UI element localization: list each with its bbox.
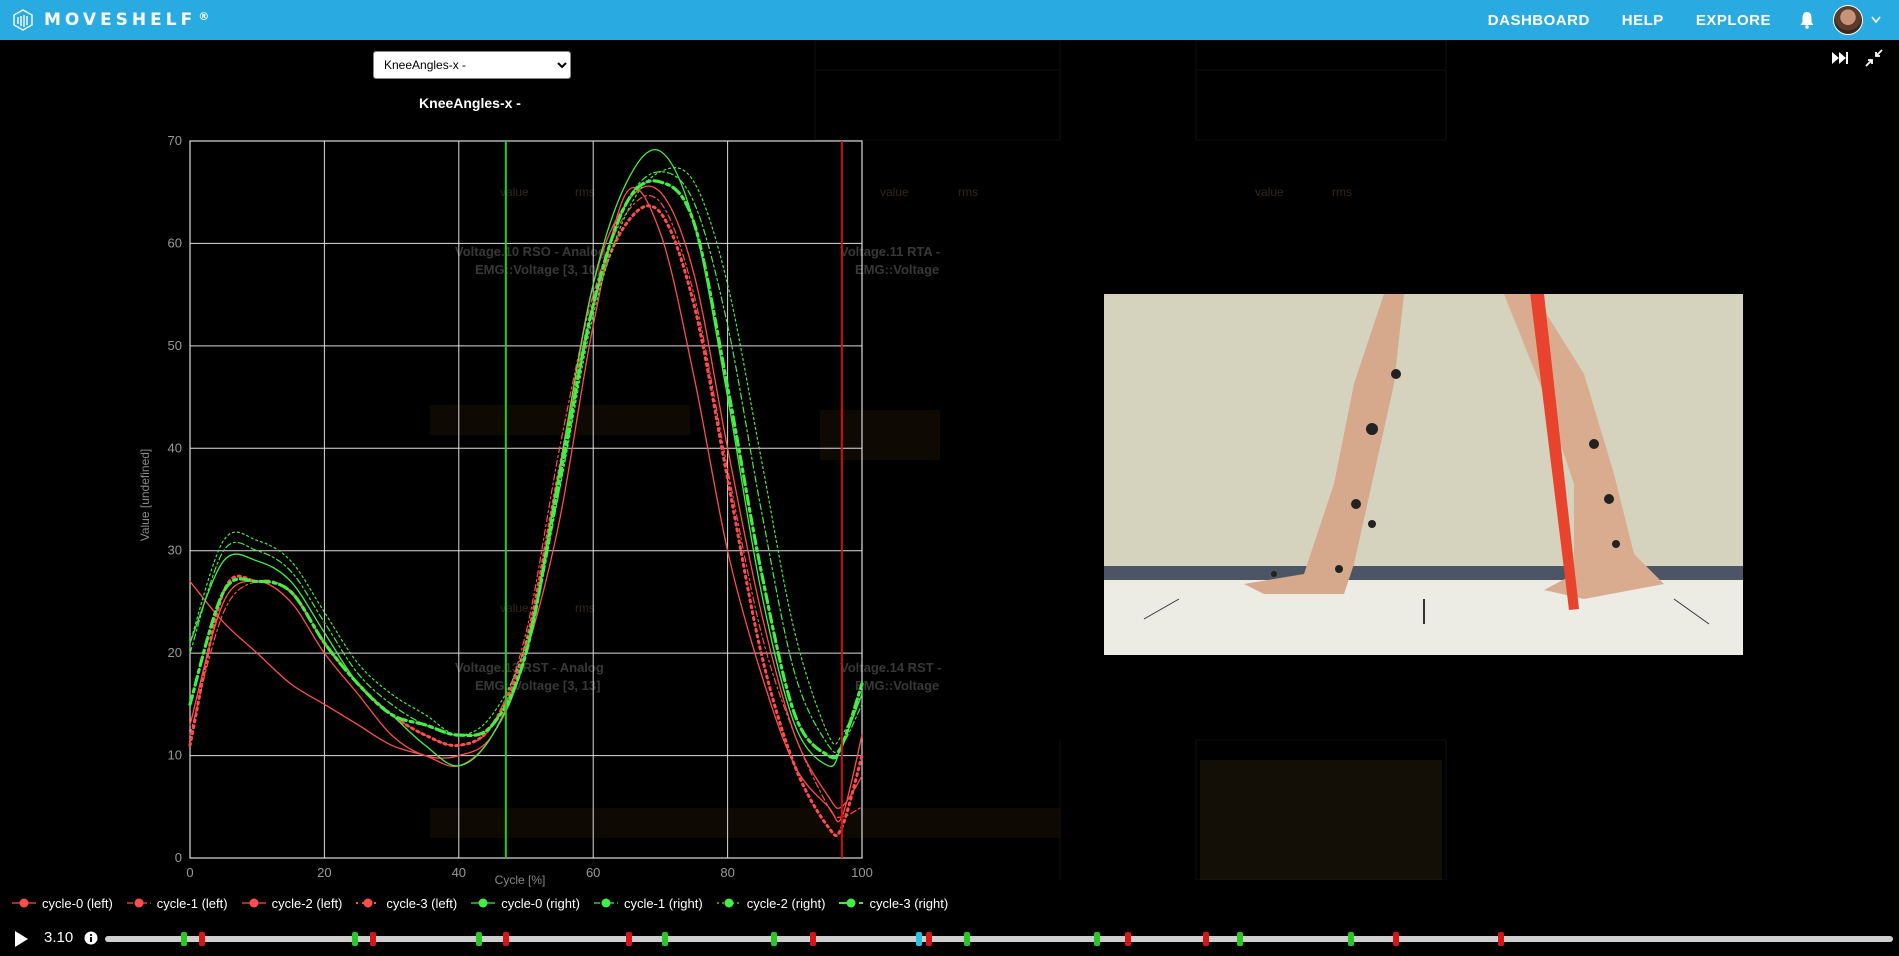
event-marker[interactable]	[1203, 932, 1210, 946]
play-icon[interactable]	[12, 930, 30, 948]
event-marker[interactable]	[1498, 932, 1505, 946]
legend-swatch-icon	[593, 898, 618, 908]
playback-bar: 3.10	[0, 926, 1899, 950]
legend-label: cycle-2 (right)	[746, 895, 826, 911]
event-marker[interactable]	[1392, 932, 1399, 946]
timeline-track[interactable]	[105, 932, 1893, 946]
event-marker[interactable]	[502, 932, 509, 946]
event-marker[interactable]	[180, 932, 187, 946]
legend-swatch-icon	[126, 898, 151, 908]
legend-item[interactable]: cycle-2 (right)	[716, 895, 826, 911]
legend-swatch-icon	[12, 898, 36, 908]
legend-item[interactable]: cycle-1 (right)	[593, 895, 703, 911]
user-avatar[interactable]	[1833, 5, 1863, 35]
bg-legend-rms-2: rms	[958, 185, 978, 199]
legend-swatch-icon	[839, 898, 864, 908]
event-marker[interactable]	[198, 932, 205, 946]
event-marker[interactable]	[963, 932, 970, 946]
legend-label: cycle-3 (left)	[386, 895, 458, 911]
legend-item[interactable]: cycle-1 (left)	[126, 895, 228, 911]
bell-icon[interactable]	[1799, 11, 1815, 29]
y-tick-label: 50	[168, 338, 182, 353]
chart-legend: cycle-0 (left) cycle-1 (left) cycle-2 (lef…	[12, 893, 962, 913]
event-marker[interactable]	[352, 932, 359, 946]
event-marker[interactable]	[1124, 932, 1131, 946]
legend-label: cycle-0 (right)	[501, 895, 580, 911]
event-marker[interactable]	[1237, 932, 1244, 946]
knee-angles-chart: 0 20 40 60 80 100 0 10 20 30 40 50 60 70 Cycle [%] Va…	[138, 133, 873, 887]
event-marker[interactable]	[1348, 932, 1355, 946]
event-marker[interactable]	[661, 932, 668, 946]
series-line-1	[189, 195, 863, 818]
current-time: 3.10	[44, 929, 74, 946]
y-axis-label: Value [undefined]	[138, 449, 152, 542]
nav-dashboard[interactable]: DASHBOARD	[1488, 12, 1590, 29]
event-marker[interactable]	[810, 932, 817, 946]
event-marker[interactable]	[1094, 932, 1101, 946]
y-tick-label: 20	[168, 645, 182, 660]
legend-swatch-icon	[356, 898, 381, 908]
legend-label: cycle-1 (right)	[623, 895, 703, 911]
event-marker[interactable]	[370, 932, 377, 946]
legend-item[interactable]: cycle-3 (left)	[356, 896, 457, 911]
series-line-0	[189, 187, 863, 823]
x-tick-label: 80	[720, 865, 734, 880]
x-tick-label: 0	[186, 865, 193, 880]
event-marker[interactable]	[926, 932, 933, 946]
bg-legend-rms-3: rms	[1332, 185, 1352, 199]
nav-help[interactable]: HELP	[1622, 12, 1664, 29]
event-marker[interactable]	[625, 932, 632, 946]
event-marker[interactable]	[915, 932, 922, 946]
legend-item[interactable]: cycle-3 (right)	[839, 896, 948, 911]
x-tick-label: 40	[452, 865, 466, 880]
legend-label: cycle-1 (left)	[156, 895, 228, 911]
y-tick-label: 60	[168, 235, 182, 250]
x-tick-label: 100	[851, 865, 873, 880]
legend-item[interactable]: cycle-0 (left)	[12, 896, 113, 911]
plot-frame	[189, 140, 863, 859]
legend-label: cycle-0 (left)	[42, 895, 113, 911]
series-line-7	[188, 179, 864, 760]
legend-label: cycle-3 (right)	[869, 895, 949, 911]
legend-label: cycle-2 (left)	[271, 895, 343, 911]
x-axis-label: Cycle [%]	[495, 873, 546, 887]
legend-swatch-icon	[471, 898, 496, 908]
chevron-down-icon[interactable]	[1871, 16, 1881, 24]
series-line-3	[188, 204, 864, 838]
series-line-2	[189, 185, 863, 809]
legend-item[interactable]: cycle-2 (left)	[241, 895, 343, 911]
y-tick-label: 70	[168, 133, 182, 148]
y-tick-label: 40	[168, 440, 182, 455]
video-frame[interactable]	[1104, 294, 1743, 655]
y-tick-label: 10	[168, 748, 182, 763]
y-tick-label: 30	[168, 543, 182, 558]
x-tick-label: 20	[317, 865, 331, 880]
legend-swatch-icon	[716, 898, 741, 908]
info-icon[interactable]	[84, 931, 98, 945]
y-tick-label: 0	[175, 850, 182, 865]
event-marker[interactable]	[770, 932, 777, 946]
series-line-5	[189, 171, 863, 753]
main-nav: DASHBOARD HELP EXPLORE	[1456, 0, 1899, 40]
legend-item[interactable]: cycle-0 (right)	[471, 896, 580, 911]
event-marker[interactable]	[475, 932, 482, 946]
bg-legend-value-3: value	[1255, 185, 1284, 199]
x-tick-label: 60	[586, 865, 600, 880]
collapse-icon[interactable]	[1864, 48, 1884, 68]
legend-swatch-icon	[241, 898, 266, 908]
nav-explore[interactable]: EXPLORE	[1696, 12, 1771, 29]
skip-forward-icon[interactable]	[1830, 48, 1850, 68]
